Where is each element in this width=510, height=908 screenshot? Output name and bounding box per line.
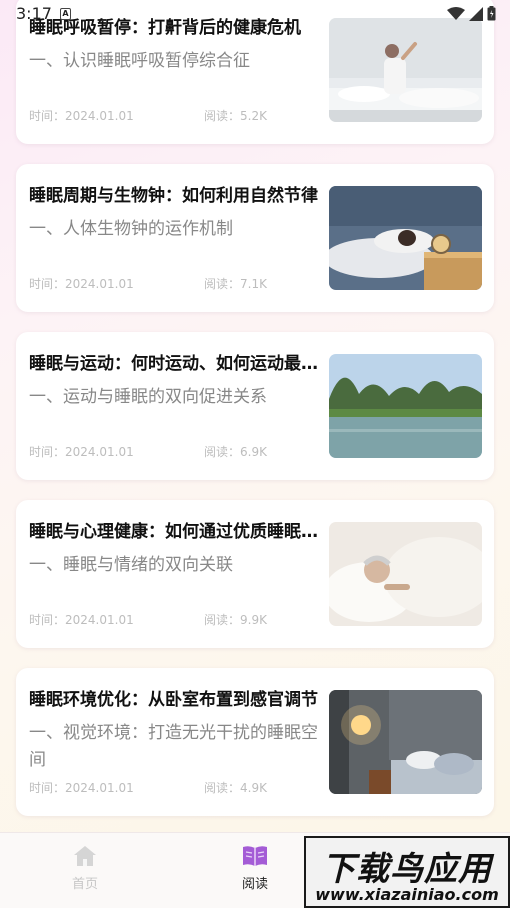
article-subtitle: 一、睡眠与情绪的双向关联: [29, 555, 233, 575]
article-meta: 时间：2024.01.01 阅读：9.9K: [29, 611, 319, 628]
article-subtitle: 一、人体生物钟的运作机制: [29, 219, 233, 239]
article-thumbnail: [329, 18, 482, 122]
article-meta: 时间：2024.01.01 阅读：4.9K: [29, 779, 319, 796]
article-title: 睡眠周期与生物钟：如何利用自然节律: [29, 186, 318, 206]
signal-icon: [469, 6, 483, 21]
article-title: 睡眠与心理健康：如何通过优质睡眠改善情绪: [29, 522, 319, 542]
article-thumbnail: [329, 522, 482, 626]
article-title: 睡眠环境优化：从卧室布置到感官调节: [29, 690, 318, 710]
watermark-logo: 下载鸟应用 www.xiazainiao.com: [304, 836, 510, 908]
article-title: 睡眠与运动：何时运动、如何运动最助眠: [29, 354, 319, 374]
article-subtitle: 一、运动与睡眠的双向促进关系: [29, 387, 267, 407]
article-thumbnail: [329, 186, 482, 290]
watermark-title: 下载鸟应用: [322, 849, 492, 888]
article-meta: 时间：2024.01.01 阅读：5.2K: [29, 107, 319, 124]
article-reads: 阅读：7.1K: [204, 277, 267, 291]
status-bar: 3:17 A: [0, 0, 510, 28]
status-icons: [447, 6, 496, 21]
article-date: 时间：2024.01.01: [29, 277, 134, 291]
battery-icon: [487, 6, 496, 21]
article-date: 时间：2024.01.01: [29, 109, 134, 123]
tab-home-label: 首页: [71, 877, 98, 892]
home-icon: [74, 846, 96, 866]
article-subtitle: 一、视觉环境：打造无光干扰的睡眠空间: [29, 723, 318, 770]
wifi-icon: [447, 6, 465, 20]
article-card[interactable]: 睡眠环境优化：从卧室布置到感官调节 一、视觉环境：打造无光干扰的睡眠空间 时间：…: [16, 668, 494, 816]
article-meta: 时间：2024.01.01 阅读：6.9K: [29, 443, 319, 460]
watermark-url: www.xiazainiao.com: [315, 885, 499, 904]
article-thumbnail: [329, 354, 482, 458]
article-reads: 阅读：4.9K: [204, 781, 267, 795]
book-icon: [243, 846, 267, 866]
article-date: 时间：2024.01.01: [29, 445, 134, 459]
tab-read-label: 阅读: [241, 877, 268, 892]
article-date: 时间：2024.01.01: [29, 613, 134, 627]
article-meta: 时间：2024.01.01 阅读：7.1K: [29, 275, 319, 292]
article-reads: 阅读：6.9K: [204, 445, 267, 459]
article-card[interactable]: 睡眠与心理健康：如何通过优质睡眠改善情绪 一、睡眠与情绪的双向关联 时间：202…: [16, 500, 494, 648]
notification-icon: A: [60, 8, 71, 20]
article-reads: 阅读：5.2K: [204, 109, 267, 123]
article-subtitle: 一、认识睡眠呼吸暂停综合征: [29, 51, 250, 71]
article-card[interactable]: 睡眠周期与生物钟：如何利用自然节律 一、人体生物钟的运作机制 时间：2024.0…: [16, 164, 494, 312]
tab-read[interactable]: 阅读: [210, 845, 300, 892]
article-reads: 阅读：9.9K: [204, 613, 267, 627]
article-date: 时间：2024.01.01: [29, 781, 134, 795]
status-time: 3:17: [16, 4, 52, 23]
article-thumbnail: [329, 690, 482, 794]
article-card[interactable]: 睡眠与运动：何时运动、如何运动最助眠 一、运动与睡眠的双向促进关系 时间：202…: [16, 332, 494, 480]
tab-home[interactable]: 首页: [40, 845, 130, 892]
